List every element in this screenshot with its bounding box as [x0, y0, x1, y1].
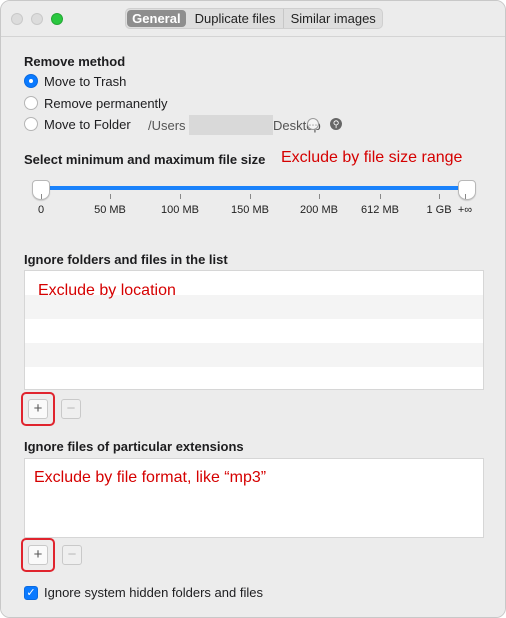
tick-label-200mb: 200 MB: [300, 204, 338, 216]
tab-duplicate-files[interactable]: Duplicate files: [187, 9, 285, 28]
tick-label-100mb: 100 MB: [161, 204, 199, 216]
redacted-username: [189, 115, 273, 135]
slider-tick: [319, 194, 320, 199]
tab-general[interactable]: General: [127, 10, 186, 27]
title-bar: General Duplicate files Similar images: [1, 1, 505, 37]
radio-button[interactable]: [24, 117, 38, 131]
tick-label-0: 0: [37, 204, 45, 216]
max-size-handle[interactable]: [458, 180, 476, 200]
file-format-annotation: Exclude by file format, like “mp3”: [34, 469, 267, 486]
slider-tick: [250, 194, 251, 199]
add-button-highlight: [21, 392, 55, 426]
tick-label-150mb: 150 MB: [231, 204, 269, 216]
magnifier-icon[interactable]: ⚲: [330, 118, 342, 130]
tick-label-1gb: 1 GB: [426, 204, 452, 216]
slider-tick: [41, 194, 42, 199]
radio-label: Move to Trash: [44, 73, 127, 89]
ignore-extensions-heading: Ignore files of particular extensions: [24, 439, 244, 454]
slider-tick: [465, 194, 466, 199]
preferences-tab-bar: General Duplicate files Similar images: [125, 8, 383, 29]
ellipsis-circle-icon[interactable]: ⋯: [307, 118, 319, 130]
radio-move-to-folder[interactable]: Move to Folder: [24, 115, 131, 133]
ignored-extensions-list[interactable]: Exclude by file format, like “mp3”: [24, 458, 484, 538]
ignore-hidden-files-label: Ignore system hidden folders and files: [44, 585, 263, 600]
folder-path-prefix: /Users: [148, 118, 186, 133]
tick-label-infinity: +∞: [457, 204, 473, 216]
ignored-folders-list[interactable]: Exclude by location: [24, 270, 484, 390]
checkmark-icon[interactable]: ✓: [24, 585, 38, 600]
slider-tick: [439, 194, 440, 199]
add-button-highlight: [21, 538, 55, 572]
tick-label-612mb: 612 MB: [361, 204, 399, 216]
zoom-window-button[interactable]: [51, 13, 63, 25]
minimize-window-button[interactable]: [31, 13, 43, 25]
close-window-button[interactable]: [11, 13, 23, 25]
slider-tick: [110, 194, 111, 199]
ignore-folders-heading: Ignore folders and files in the list: [24, 252, 228, 267]
radio-label: Move to Folder: [44, 116, 131, 132]
radio-button[interactable]: [24, 96, 38, 110]
tab-similar-images[interactable]: Similar images: [284, 9, 382, 28]
ignore-hidden-files-option[interactable]: ✓ Ignore system hidden folders and files: [24, 585, 263, 600]
list-row-stripe: [25, 343, 483, 367]
file-size-heading: Select minimum and maximum file size: [24, 152, 266, 167]
tick-label-50mb: 50 MB: [94, 204, 126, 216]
general-pane: Remove method Move to Trash Remove perma…: [1, 38, 505, 617]
radio-remove-permanently[interactable]: Remove permanently: [24, 94, 168, 112]
radio-move-to-trash[interactable]: Move to Trash: [24, 72, 126, 90]
slider-tick: [180, 194, 181, 199]
remove-folder-button[interactable]: −: [61, 399, 81, 419]
remove-extension-button[interactable]: −: [62, 545, 82, 565]
radio-label: Remove permanently: [44, 95, 168, 111]
radio-button-selected[interactable]: [24, 74, 38, 88]
file-size-annotation: Exclude by file size range: [281, 149, 463, 166]
file-size-range-track[interactable]: [41, 186, 467, 190]
preferences-window: General Duplicate files Similar images R…: [0, 0, 506, 618]
remove-method-heading: Remove method: [24, 54, 126, 69]
slider-tick: [380, 194, 381, 199]
location-annotation: Exclude by location: [38, 282, 176, 299]
